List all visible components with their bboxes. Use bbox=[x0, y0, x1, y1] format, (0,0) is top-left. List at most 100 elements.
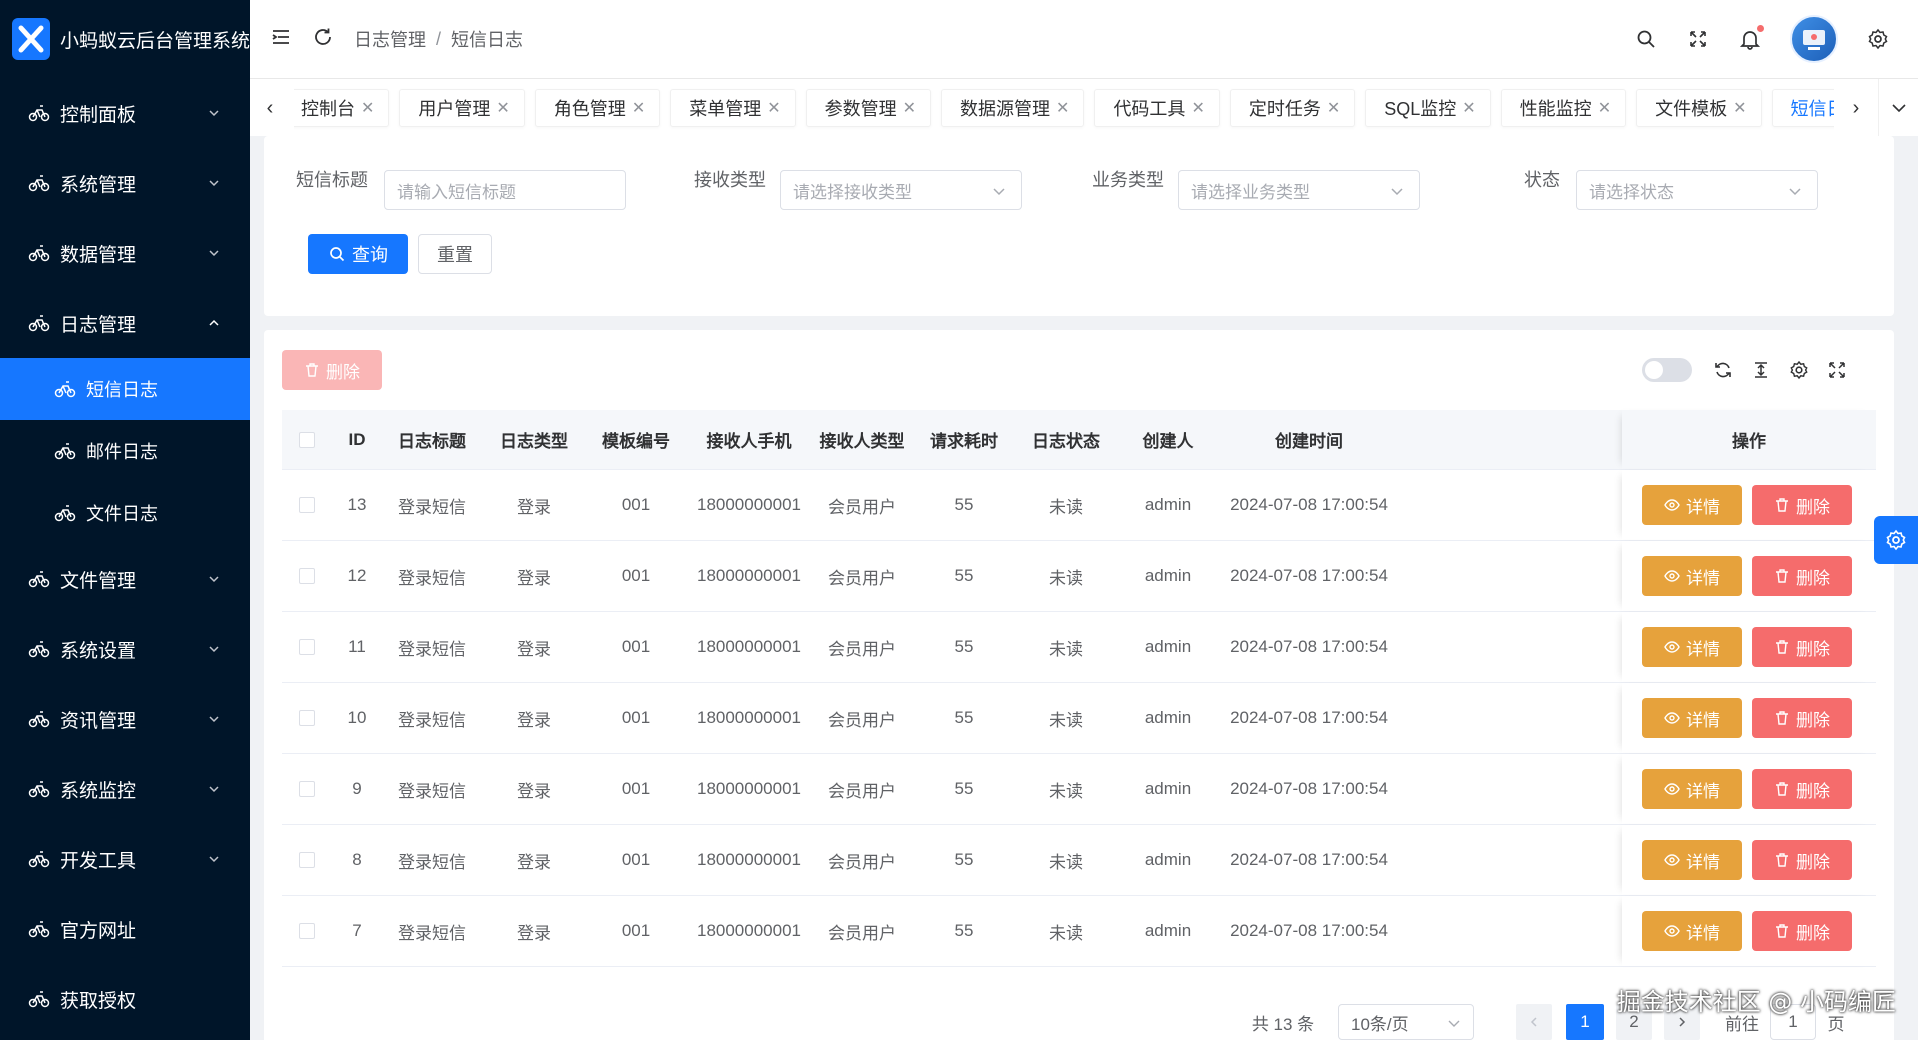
column-header[interactable]: 日志标题 bbox=[382, 410, 482, 469]
sidebar-subitem[interactable]: 文件日志 bbox=[0, 482, 250, 544]
delete-button[interactable]: 删除 bbox=[1752, 485, 1852, 525]
receive-type-select[interactable]: 请选择接收类型 bbox=[780, 170, 1022, 210]
column-header[interactable]: 创建人 bbox=[1116, 410, 1220, 469]
column-header[interactable]: ID bbox=[332, 410, 382, 469]
column-header[interactable]: 创建时间 bbox=[1220, 410, 1398, 469]
page-size-select[interactable]: 10条/页 bbox=[1338, 1004, 1474, 1040]
page-1-button[interactable]: 1 bbox=[1566, 1004, 1604, 1040]
tab-close-icon[interactable]: ✕ bbox=[361, 98, 374, 118]
delete-button[interactable]: 删除 bbox=[1752, 769, 1852, 809]
detail-button[interactable]: 详情 bbox=[1642, 627, 1742, 667]
refresh-icon[interactable] bbox=[312, 26, 334, 53]
collapse-menu-icon[interactable] bbox=[270, 26, 292, 53]
tab[interactable]: 控制台 ✕ bbox=[294, 89, 390, 127]
sidebar-item[interactable]: 数据管理 bbox=[0, 218, 250, 288]
row-checkbox[interactable] bbox=[299, 497, 315, 513]
column-header[interactable]: 接收人类型 bbox=[812, 410, 912, 469]
breadcrumb-current: 短信日志 bbox=[451, 30, 524, 50]
tabs-dropdown-icon[interactable] bbox=[1878, 79, 1918, 137]
column-header[interactable]: 模板编号 bbox=[586, 410, 686, 469]
tab-close-icon[interactable]: ✕ bbox=[1327, 98, 1340, 118]
breadcrumb-item[interactable]: 日志管理 bbox=[354, 26, 426, 52]
tab[interactable]: 定时任务 ✕ bbox=[1229, 89, 1356, 127]
sidebar-item[interactable]: 官方网址 bbox=[0, 894, 250, 964]
row-checkbox[interactable] bbox=[299, 568, 315, 584]
tab[interactable]: 短信日志 bbox=[1771, 89, 1834, 127]
biz-type-select[interactable]: 请选择业务类型 bbox=[1178, 170, 1420, 210]
delete-button[interactable]: 删除 bbox=[1752, 911, 1852, 951]
detail-button[interactable]: 详情 bbox=[1642, 698, 1742, 738]
tab[interactable]: 菜单管理 ✕ bbox=[670, 89, 796, 127]
status-select[interactable]: 请选择状态 bbox=[1576, 170, 1818, 210]
tab[interactable]: 性能监控 ✕ bbox=[1500, 89, 1627, 127]
tab-close-icon[interactable]: ✕ bbox=[1733, 98, 1746, 118]
delete-button[interactable]: 删除 bbox=[1752, 556, 1852, 596]
detail-button[interactable]: 详情 bbox=[1642, 840, 1742, 880]
sidebar-item[interactable]: 开发工具 bbox=[0, 824, 250, 894]
notification-bell-icon[interactable] bbox=[1724, 25, 1776, 50]
tabs-scroll-right-icon[interactable]: › bbox=[1836, 79, 1876, 137]
title-input[interactable]: 请输入短信标题 bbox=[384, 170, 626, 210]
sidebar-item[interactable]: 系统监控 bbox=[0, 754, 250, 824]
theme-settings-gear-icon[interactable] bbox=[1874, 516, 1918, 564]
tab-close-icon[interactable]: ✕ bbox=[1191, 98, 1204, 118]
sidebar-item[interactable]: 系统管理 bbox=[0, 148, 250, 218]
refresh-icon[interactable] bbox=[1704, 352, 1742, 388]
column-header[interactable]: 日志状态 bbox=[1016, 410, 1116, 469]
delete-button[interactable]: 删除 bbox=[1752, 627, 1852, 667]
fullscreen-icon[interactable] bbox=[1672, 28, 1724, 50]
row-checkbox[interactable] bbox=[299, 639, 315, 655]
query-button[interactable]: 查询 bbox=[308, 234, 408, 274]
sidebar-item[interactable]: 日志管理 bbox=[0, 288, 250, 358]
row-checkbox[interactable] bbox=[299, 852, 315, 868]
tab-close-icon[interactable]: ✕ bbox=[1462, 98, 1475, 118]
search-icon[interactable] bbox=[1620, 28, 1672, 50]
tab-close-icon[interactable]: ✕ bbox=[767, 98, 780, 118]
sidebar-item[interactable]: 控制面板 bbox=[0, 78, 250, 148]
tabs-scroll-left-icon[interactable]: ‹ bbox=[250, 79, 290, 137]
sidebar-item[interactable]: 系统设置 bbox=[0, 614, 250, 684]
tab[interactable]: 文件模板 ✕ bbox=[1636, 89, 1762, 127]
batch-delete-button[interactable]: 删除 bbox=[282, 350, 382, 390]
column-header[interactable]: 接收人手机 bbox=[686, 410, 812, 469]
detail-button[interactable]: 详情 bbox=[1642, 911, 1742, 951]
reset-button[interactable]: 重置 bbox=[418, 234, 492, 274]
tab[interactable]: 代码工具 ✕ bbox=[1094, 89, 1220, 127]
prev-page-button[interactable] bbox=[1516, 1004, 1552, 1040]
sidebar-item[interactable]: 文件管理 bbox=[0, 544, 250, 614]
tab-close-icon[interactable]: ✕ bbox=[496, 98, 509, 118]
app-logo[interactable]: 小蚂蚁云后台管理系统 bbox=[0, 0, 250, 78]
tab[interactable]: 角色管理 ✕ bbox=[534, 89, 661, 127]
column-header[interactable]: 日志类型 bbox=[482, 410, 586, 469]
tab-close-icon[interactable]: ✕ bbox=[632, 98, 645, 118]
sidebar-subitem[interactable]: 邮件日志 bbox=[0, 420, 250, 482]
sidebar-subitem[interactable]: 短信日志 bbox=[0, 358, 250, 420]
tab-close-icon[interactable]: ✕ bbox=[1598, 98, 1611, 118]
column-header[interactable]: 请求耗时 bbox=[912, 410, 1016, 469]
tab-close-icon[interactable]: ✕ bbox=[903, 98, 916, 118]
column-settings-icon[interactable] bbox=[1780, 352, 1818, 388]
delete-button[interactable]: 删除 bbox=[1752, 840, 1852, 880]
column-height-icon[interactable] bbox=[1742, 352, 1780, 388]
table-cell-phone: 18000000001 bbox=[696, 566, 801, 585]
user-avatar[interactable] bbox=[1790, 15, 1838, 63]
fullscreen-icon[interactable] bbox=[1818, 352, 1856, 388]
detail-button[interactable]: 详情 bbox=[1642, 556, 1742, 596]
table-cell-type: 登录 bbox=[517, 639, 551, 659]
sidebar-item[interactable]: 资讯管理 bbox=[0, 684, 250, 754]
select-all-checkbox[interactable] bbox=[299, 431, 315, 448]
tab[interactable]: 用户管理 ✕ bbox=[399, 89, 525, 127]
detail-button[interactable]: 详情 bbox=[1642, 485, 1742, 525]
sidebar-item[interactable]: 获取授权 bbox=[0, 964, 250, 1034]
delete-button[interactable]: 删除 bbox=[1752, 698, 1852, 738]
tab-close-icon[interactable]: ✕ bbox=[1056, 98, 1069, 118]
tab[interactable]: SQL监控 ✕ bbox=[1365, 89, 1491, 127]
row-checkbox[interactable] bbox=[299, 710, 315, 726]
row-checkbox[interactable] bbox=[299, 923, 315, 939]
row-checkbox[interactable] bbox=[299, 781, 315, 797]
search-toggle-switch[interactable] bbox=[1642, 358, 1692, 382]
settings-gear-icon[interactable] bbox=[1852, 28, 1904, 50]
tab[interactable]: 参数管理 ✕ bbox=[805, 89, 932, 127]
tab[interactable]: 数据源管理 ✕ bbox=[941, 89, 1085, 127]
detail-button[interactable]: 详情 bbox=[1642, 769, 1742, 809]
